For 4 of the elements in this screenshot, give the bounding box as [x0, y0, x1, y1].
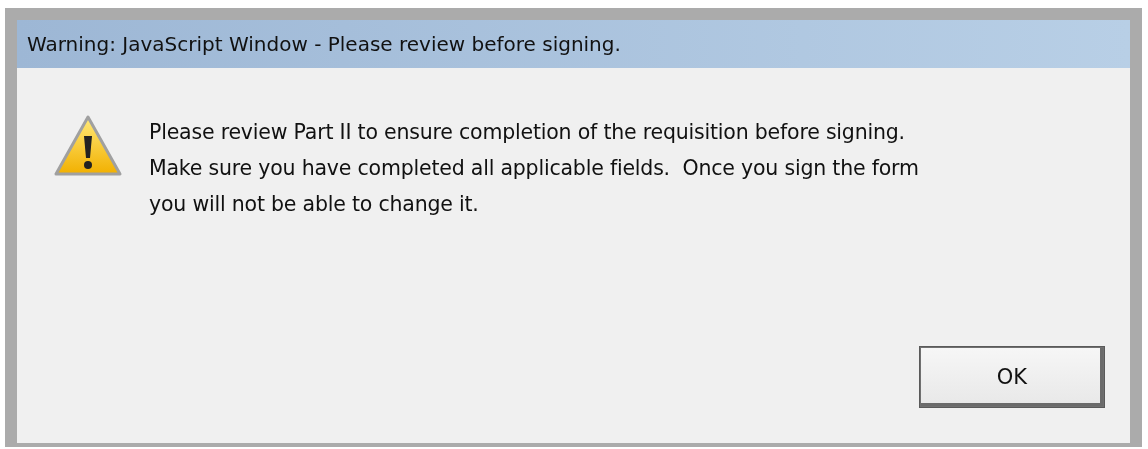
warning-message: Please review Part II to ensure completion of the requisition before signing. Make sure you have completed all applicable fields. Once you sign the form you will not be able to change it. — [149, 119, 919, 218]
warning-icon — [53, 114, 123, 178]
window-title: Warning: JavaScript Window - Please review before signing. — [17, 20, 1130, 68]
ok-button[interactable]: OK — [920, 347, 1104, 407]
